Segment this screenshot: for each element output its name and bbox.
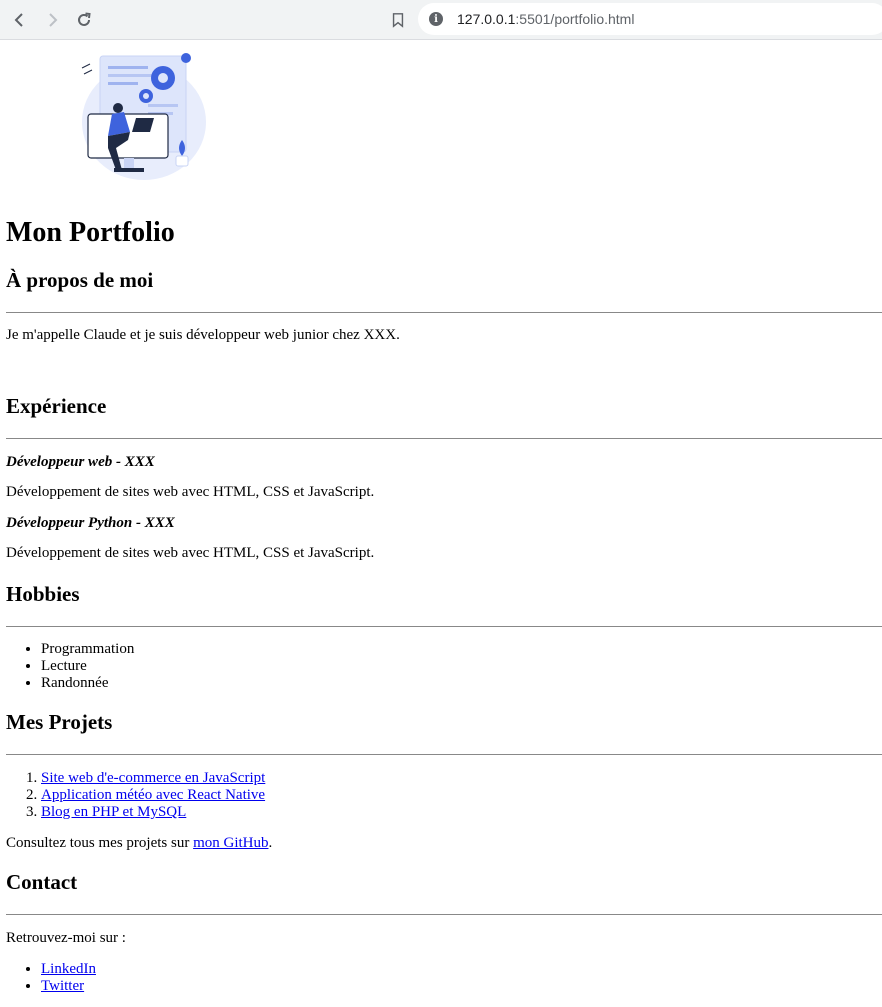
url-host: 127.0.0.1	[457, 11, 516, 27]
reload-button[interactable]	[70, 6, 98, 34]
projects-list: Site web d'e-commerce en JavaScript Appl…	[0, 770, 882, 821]
hobbies-divider	[6, 626, 882, 627]
contact-intro: Retrouvez-moi sur :	[6, 930, 126, 946]
contact-links-list: LinkedIn Twitter	[0, 961, 882, 995]
github-suffix: .	[268, 835, 273, 851]
experience-divider	[6, 438, 882, 439]
hobbies-heading: Hobbies	[6, 582, 80, 606]
github-link[interactable]: mon GitHub	[193, 835, 268, 851]
experience-section: Expérience Développeur web - XXX Dévelop…	[0, 394, 882, 562]
about-heading: À propos de moi	[6, 268, 154, 292]
twitter-link[interactable]: Twitter	[41, 978, 84, 994]
role-label: Développeur Python - XXX	[6, 515, 175, 531]
contact-section: Contact Retrouvez-moi sur : LinkedIn Twi…	[0, 870, 882, 995]
page-content: Mon Portfolio À propos de moi Je m'appel…	[0, 40, 882, 994]
contact-divider	[6, 914, 882, 915]
list-item: Lecture	[41, 658, 882, 675]
experience-item-1-role: Développeur web - XXX	[6, 454, 882, 471]
site-info-icon[interactable]: i	[429, 12, 443, 26]
developer-illustration-image	[81, 53, 206, 180]
contact-heading: Contact	[6, 870, 78, 894]
projects-divider	[6, 754, 882, 755]
list-item: Blog en PHP et MySQL	[41, 804, 882, 821]
list-item: Site web d'e-commerce en JavaScript	[41, 770, 882, 787]
url-path: :5501/portfolio.html	[515, 11, 635, 27]
bookmark-icon	[392, 13, 404, 28]
github-prefix: Consultez tous mes projets sur	[6, 835, 194, 851]
about-divider	[6, 312, 882, 313]
back-arrow-icon	[14, 13, 23, 27]
linkedin-link[interactable]: LinkedIn	[41, 961, 96, 977]
role-label: Développeur web - XXX	[6, 454, 155, 470]
list-item: Application météo avec React Native	[41, 787, 882, 804]
experience-item-2-desc: Développement de sites web avec HTML, CS…	[6, 545, 375, 561]
project-link-weather[interactable]: Application météo avec React Native	[41, 787, 265, 803]
projects-heading: Mes Projets	[6, 710, 113, 734]
back-button[interactable]	[6, 6, 34, 34]
experience-item-1-desc: Développement de sites web avec HTML, CS…	[6, 484, 375, 500]
project-link-ecommerce[interactable]: Site web d'e-commerce en JavaScript	[41, 770, 265, 786]
list-item: Twitter	[41, 978, 882, 995]
forward-arrow-icon	[49, 13, 58, 27]
experience-item-2-role: Développeur Python - XXX	[6, 515, 882, 532]
reload-icon	[78, 12, 91, 26]
projects-section: Mes Projets Site web d'e-commerce en Jav…	[0, 710, 882, 852]
list-item: LinkedIn	[41, 961, 882, 978]
page-title: Mon Portfolio	[6, 217, 175, 248]
address-bar[interactable]: i 127.0.0.1:5501/portfolio.html	[418, 3, 882, 35]
github-text: Consultez tous mes projets sur mon GitHu…	[6, 835, 882, 852]
experience-heading: Expérience	[6, 394, 107, 418]
forward-button[interactable]	[38, 6, 66, 34]
project-link-blog[interactable]: Blog en PHP et MySQL	[41, 804, 186, 820]
list-item: Randonnée	[41, 675, 882, 692]
hobbies-section: Hobbies Programmation Lecture Randonnée	[0, 582, 882, 692]
browser-toolbar: i 127.0.0.1:5501/portfolio.html	[0, 0, 882, 40]
about-section: À propos de moi Je m'appelle Claude et j…	[0, 268, 882, 344]
bookmark-button[interactable]	[384, 6, 412, 34]
list-item: Programmation	[41, 641, 882, 658]
about-text: Je m'appelle Claude et je suis développe…	[6, 327, 400, 343]
hobbies-list: Programmation Lecture Randonnée	[0, 641, 882, 692]
